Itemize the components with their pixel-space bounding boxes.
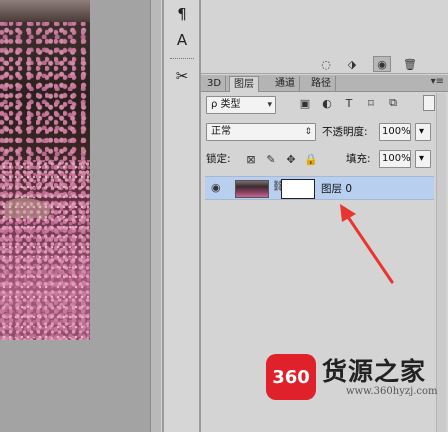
panel-divider[interactable] bbox=[150, 0, 162, 432]
lock-transparent-icon[interactable]: ⊠ bbox=[244, 151, 258, 167]
image-hill bbox=[0, 0, 90, 22]
tab-channels[interactable]: 通道 bbox=[271, 76, 300, 92]
lock-all-icon[interactable]: 🔒 bbox=[304, 151, 318, 167]
image-flowers bbox=[0, 160, 90, 340]
opacity-slider-toggle[interactable]: ▾ bbox=[415, 123, 431, 141]
tab-3d[interactable]: 3D bbox=[203, 76, 227, 92]
watermark-badge: 360 bbox=[266, 354, 316, 400]
watermark: 360 货源之家 www.360hyzj.com bbox=[266, 352, 444, 404]
dotted-circle-icon[interactable]: ◌ bbox=[317, 56, 335, 72]
filter-type-icon[interactable]: T bbox=[341, 95, 357, 111]
fill-input[interactable]: 100% bbox=[379, 150, 411, 168]
filter-toggle-icon[interactable] bbox=[423, 95, 435, 111]
chevron-down-icon: ▾ bbox=[419, 126, 425, 137]
lock-brush-icon[interactable]: ✎ bbox=[264, 151, 278, 167]
filter-pixel-icon[interactable]: ▣ bbox=[297, 95, 313, 111]
collapsed-panel-strip: ¶ A ✂ bbox=[164, 0, 200, 432]
chevron-down-icon: ▾ bbox=[419, 153, 425, 164]
lock-label: 锁定: bbox=[206, 153, 231, 165]
watermark-title: 货源之家 bbox=[322, 357, 427, 386]
filter-adjustment-icon[interactable]: ◐ bbox=[319, 95, 335, 111]
canvas-image bbox=[0, 0, 90, 340]
photoshop-window: ¶ A ✂ ◌ ⬗ ◉ 🗑 3D 图层 通道 路径 ▾≡ ρ 类型 ▾ ▣ ◐ … bbox=[0, 0, 448, 432]
layer-thumbnail[interactable] bbox=[235, 180, 269, 198]
opacity-label: 不透明度: bbox=[322, 126, 368, 138]
fill-slider-toggle[interactable]: ▾ bbox=[415, 150, 431, 168]
filter-kind-label: ρ 类型 bbox=[211, 99, 241, 110]
filter-smart-object-icon[interactable]: ⧉ bbox=[385, 95, 401, 111]
layer-mask-thumbnail[interactable] bbox=[281, 179, 315, 199]
filter-kind-select[interactable]: ρ 类型 ▾ bbox=[206, 96, 276, 114]
tab-layers[interactable]: 图层 bbox=[229, 76, 259, 92]
chevron-down-icon: ▾ bbox=[267, 100, 272, 110]
chevron-updown-icon: ⇕ bbox=[304, 127, 312, 137]
layer-row[interactable]: ◉ ⛓ 图层 0 bbox=[205, 176, 434, 200]
arrange-icon[interactable]: ⬗ bbox=[343, 56, 361, 72]
panel-top-toolbar: ◌ ⬗ ◉ 🗑 bbox=[201, 54, 448, 74]
annotation-arrow bbox=[340, 204, 394, 284]
layer-name[interactable]: 图层 0 bbox=[321, 181, 352, 196]
opacity-input[interactable]: 100% bbox=[379, 123, 411, 141]
eye-icon[interactable]: ◉ bbox=[211, 181, 221, 194]
lock-move-icon[interactable]: ✥ bbox=[284, 151, 298, 167]
trash-icon[interactable]: 🗑 bbox=[401, 56, 419, 72]
fill-label: 填充: bbox=[346, 153, 371, 165]
tools-preset-icon[interactable]: ✂ bbox=[169, 64, 195, 88]
tab-paths[interactable]: 路径 bbox=[307, 76, 336, 92]
panel-tabs: 3D 图层 通道 路径 ▾≡ bbox=[201, 75, 448, 92]
blend-mode-select[interactable]: 正常 ⇕ bbox=[206, 123, 316, 141]
filter-shape-icon[interactable]: ⌑ bbox=[363, 95, 379, 111]
eye-icon[interactable]: ◉ bbox=[373, 56, 391, 72]
strip-grip[interactable] bbox=[170, 58, 194, 61]
paragraph-icon[interactable]: ¶ bbox=[169, 2, 195, 26]
blend-mode-label: 正常 bbox=[211, 126, 231, 137]
watermark-url: www.360hyzj.com bbox=[346, 386, 438, 397]
canvas-area[interactable] bbox=[0, 0, 150, 432]
character-style-icon[interactable]: A bbox=[169, 28, 195, 52]
panel-menu-icon[interactable]: ▾≡ bbox=[431, 76, 444, 87]
